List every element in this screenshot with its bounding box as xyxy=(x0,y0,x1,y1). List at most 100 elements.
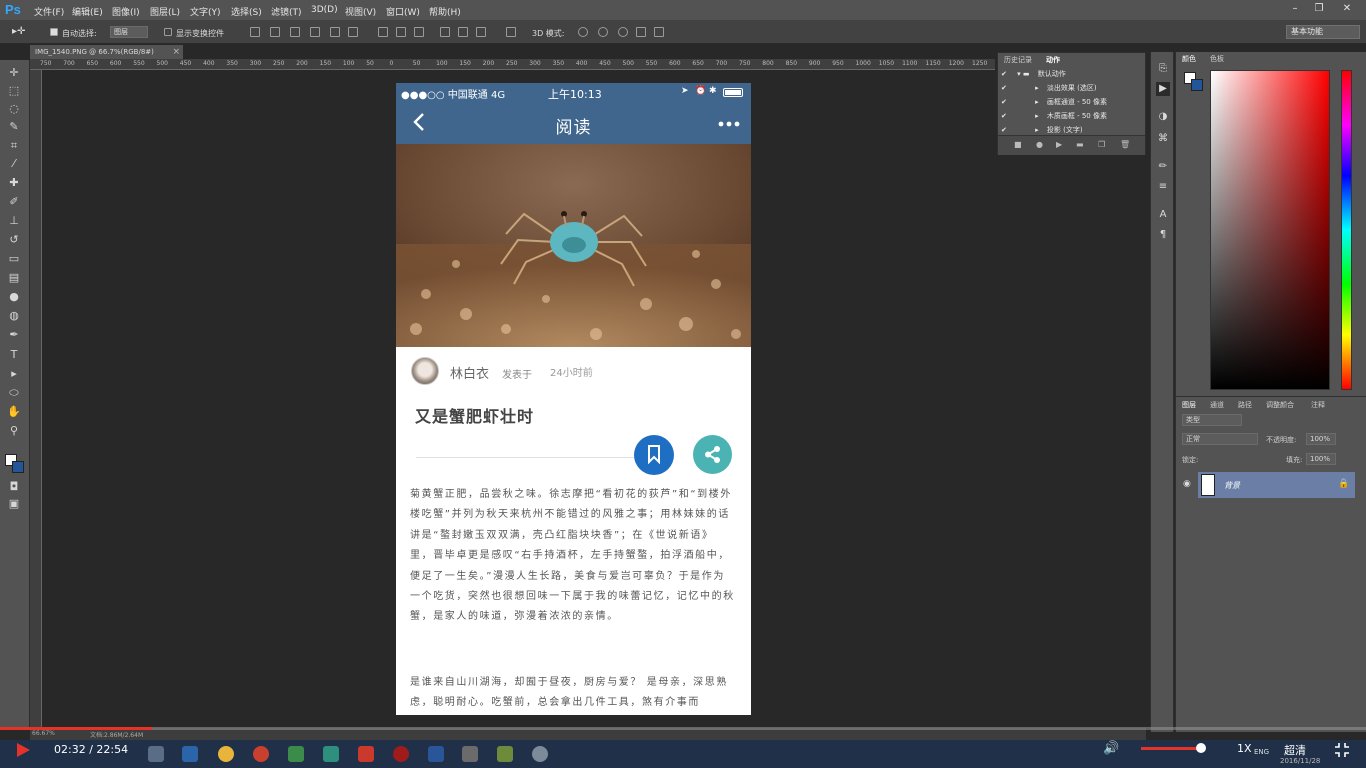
fill-input[interactable]: 100% xyxy=(1306,453,1336,465)
show-transform-checkbox[interactable] xyxy=(164,28,172,36)
close-icon[interactable]: ✕ xyxy=(1340,2,1354,16)
distribute-left-icon[interactable] xyxy=(440,27,450,37)
quality-button[interactable]: 超清 xyxy=(1284,742,1306,758)
tab-swatches[interactable]: 色板 xyxy=(1210,54,1224,64)
character-icon[interactable]: A xyxy=(1156,208,1170,222)
screen-mode-icon[interactable]: ▣ xyxy=(6,497,22,511)
chrome-icon[interactable] xyxy=(218,746,234,762)
quick-select-tool-icon[interactable]: ✎ xyxy=(6,120,22,134)
action-row[interactable]: ✔ ▸ 投影 (文字) xyxy=(1001,123,1133,135)
brush-tool-icon[interactable]: ✐ xyxy=(6,195,22,209)
move-tool-icon[interactable]: ▸✛ xyxy=(12,26,25,37)
menu-help[interactable]: 帮助(H) xyxy=(429,5,461,18)
auto-select-checkbox[interactable] xyxy=(50,28,58,36)
history-icon[interactable]: ⎘ xyxy=(1156,62,1170,76)
panel-background-swatch[interactable] xyxy=(1191,79,1203,91)
menu-image[interactable]: 图像(I) xyxy=(112,5,140,18)
clone-stamp-tool-icon[interactable]: ⊥ xyxy=(6,214,22,228)
workspace-dropdown[interactable]: 基本功能 xyxy=(1286,25,1360,39)
align-left-icon[interactable] xyxy=(310,27,320,37)
app-icon[interactable] xyxy=(497,746,513,762)
distribute-hcenter-icon[interactable] xyxy=(458,27,468,37)
distribute-right-icon[interactable] xyxy=(476,27,486,37)
record-icon[interactable]: ● xyxy=(1036,140,1043,149)
brush-icon[interactable]: ✏ xyxy=(1156,160,1170,174)
roll-3d-icon[interactable] xyxy=(598,27,608,37)
tab-color[interactable]: 颜色 xyxy=(1182,54,1196,64)
menu-edit[interactable]: 编辑(E) xyxy=(72,5,103,18)
shape-tool-icon[interactable]: ⬭ xyxy=(6,386,22,400)
tab-layers[interactable]: 图层 xyxy=(1182,400,1196,410)
author-name[interactable]: 林白衣 xyxy=(450,363,489,382)
gradient-tool-icon[interactable]: ▤ xyxy=(6,271,22,285)
eyedropper-tool-icon[interactable]: ⁄ xyxy=(6,157,22,171)
document-tab[interactable]: IMG_1540.PNG @ 66.7%(RGB/8#) × xyxy=(30,45,183,59)
path-select-tool-icon[interactable]: ▸ xyxy=(6,367,22,381)
menu-filter[interactable]: 滤镜(T) xyxy=(271,5,302,18)
speed-button[interactable]: 1X xyxy=(1237,742,1252,755)
actions-icon[interactable]: ▶ xyxy=(1156,82,1170,96)
app-icon[interactable] xyxy=(358,746,374,762)
menu-window[interactable]: 窗口(W) xyxy=(386,5,420,18)
author-avatar[interactable] xyxy=(411,357,439,385)
adjustments-icon[interactable]: ◑ xyxy=(1156,110,1170,124)
history-brush-tool-icon[interactable]: ↺ xyxy=(6,233,22,247)
distribute-top-icon[interactable] xyxy=(378,27,388,37)
menu-layer[interactable]: 图层(L) xyxy=(150,5,180,18)
app-icon[interactable] xyxy=(532,746,548,762)
bookmark-button[interactable] xyxy=(634,435,674,475)
stop-icon[interactable]: ■ xyxy=(1014,140,1022,149)
action-row[interactable]: ✔ ▸ 画框通道 - 50 像素 xyxy=(1001,95,1133,109)
app-icon[interactable] xyxy=(323,746,339,762)
share-button[interactable] xyxy=(693,435,732,474)
volume-icon[interactable]: 🔊 xyxy=(1103,741,1119,756)
tab-notes[interactable]: 注释 xyxy=(1311,400,1325,410)
align-hcenter-icon[interactable] xyxy=(330,27,340,37)
exit-fullscreen-icon[interactable] xyxy=(1334,742,1350,758)
drag-3d-icon[interactable] xyxy=(618,27,628,37)
zoom-tool-icon[interactable]: ⚲ xyxy=(6,424,22,438)
dodge-tool-icon[interactable]: ◍ xyxy=(6,309,22,323)
type-tool-icon[interactable]: T xyxy=(6,348,22,362)
app-icon[interactable] xyxy=(288,746,304,762)
word-icon[interactable] xyxy=(428,746,444,762)
align-bottom-icon[interactable] xyxy=(290,27,300,37)
visibility-eye-icon[interactable]: ◉ xyxy=(1183,479,1191,489)
distribute-bottom-icon[interactable] xyxy=(414,27,424,37)
volume-knob[interactable] xyxy=(1196,743,1206,753)
new-set-icon[interactable]: ▬ xyxy=(1076,140,1084,149)
auto-select-dropdown[interactable]: 图层 xyxy=(110,26,148,38)
color-picker-field[interactable] xyxy=(1210,70,1330,390)
tab-adjustments[interactable]: 调整颜合 xyxy=(1266,400,1294,410)
minimize-icon[interactable]: – xyxy=(1288,2,1302,16)
blur-tool-icon[interactable]: ● xyxy=(6,290,22,304)
tab-channels[interactable]: 通道 xyxy=(1210,400,1224,410)
background-color-swatch[interactable] xyxy=(12,461,24,473)
restore-icon[interactable]: ❐ xyxy=(1312,2,1326,16)
new-action-icon[interactable]: ❐ xyxy=(1098,140,1105,149)
align-top-icon[interactable] xyxy=(250,27,260,37)
play-icon[interactable]: ▶ xyxy=(1056,140,1062,149)
close-tab-icon[interactable]: × xyxy=(172,45,180,59)
menu-file[interactable]: 文件(F) xyxy=(34,5,64,18)
opacity-input[interactable]: 100% xyxy=(1306,433,1336,445)
tab-actions[interactable]: 动作 xyxy=(1046,55,1060,65)
paragraph-icon[interactable]: ¶ xyxy=(1156,228,1170,242)
eraser-tool-icon[interactable]: ▭ xyxy=(6,252,22,266)
align-right-icon[interactable] xyxy=(348,27,358,37)
blend-mode-dropdown[interactable]: 正常 xyxy=(1182,433,1258,445)
tab-history[interactable]: 历史记录 xyxy=(1004,55,1032,65)
crop-tool-icon[interactable]: ⌗ xyxy=(6,139,22,153)
layer-filter-dropdown[interactable]: 类型 xyxy=(1182,414,1242,426)
quick-mask-icon[interactable]: ◘ xyxy=(6,480,22,494)
lasso-tool-icon[interactable]: ◌ xyxy=(6,102,22,116)
more-dots-icon[interactable] xyxy=(718,121,740,127)
app-icon[interactable] xyxy=(393,746,409,762)
scale-3d-icon[interactable] xyxy=(654,27,664,37)
align-vcenter-icon[interactable] xyxy=(270,27,280,37)
delete-icon[interactable]: 🗑 xyxy=(1120,140,1130,149)
action-row[interactable]: ✔ ▸ 木质画框 - 50 像素 xyxy=(1001,109,1133,123)
play-icon[interactable] xyxy=(14,741,32,759)
action-row[interactable]: ✔ ▸ 淡出效果 (选区) xyxy=(1001,81,1133,95)
menu-type[interactable]: 文字(Y) xyxy=(190,5,221,18)
